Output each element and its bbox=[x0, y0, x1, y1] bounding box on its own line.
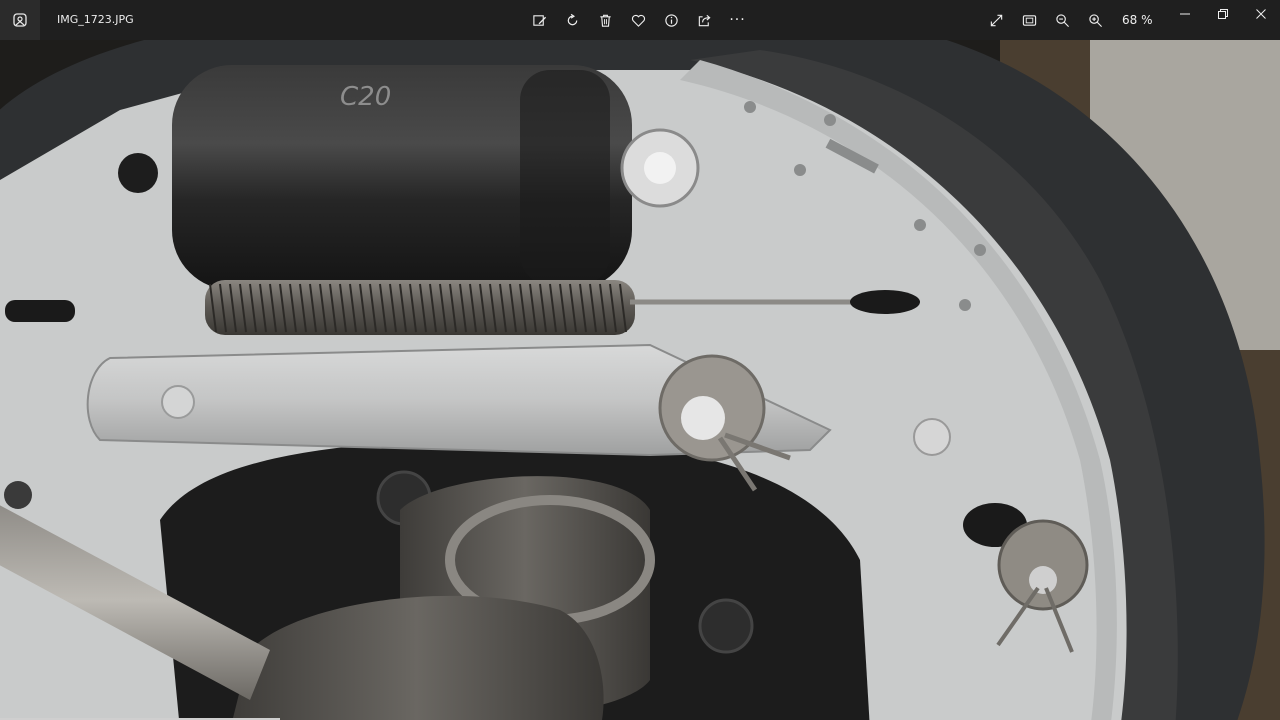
image-toolbar: ··· bbox=[523, 0, 754, 40]
share-icon bbox=[698, 14, 711, 26]
title-bar: IMG_1723.JPG ··· 68 % bbox=[0, 0, 1280, 40]
zoom-out-button[interactable] bbox=[1046, 0, 1079, 40]
fit-window-icon bbox=[1022, 14, 1037, 26]
favorite-icon bbox=[631, 14, 646, 27]
zoom-in-icon bbox=[1089, 13, 1102, 27]
zoom-out-icon bbox=[1056, 13, 1069, 27]
view-toolbar: 68 % bbox=[980, 0, 1163, 40]
edit-image-button[interactable] bbox=[523, 0, 556, 40]
brake-assembly-photo: C20 bbox=[0, 40, 1280, 720]
rotate-icon bbox=[567, 13, 578, 25]
info-button[interactable] bbox=[655, 0, 688, 40]
close-button[interactable] bbox=[1242, 0, 1280, 28]
photos-app-icon bbox=[0, 0, 40, 40]
delete-button[interactable] bbox=[589, 0, 622, 40]
close-icon bbox=[1256, 9, 1266, 19]
more-button[interactable]: ··· bbox=[721, 0, 754, 40]
photo-canvas[interactable]: C20 bbox=[0, 40, 1280, 720]
minimize-icon bbox=[1180, 13, 1190, 15]
restore-button[interactable] bbox=[1204, 0, 1242, 28]
delete-icon bbox=[600, 14, 611, 27]
zoom-level[interactable]: 68 % bbox=[1112, 0, 1163, 40]
window-controls bbox=[1166, 0, 1280, 40]
share-button[interactable] bbox=[688, 0, 721, 40]
expand-icon bbox=[990, 14, 1003, 26]
window-title: IMG_1723.JPG bbox=[57, 13, 134, 26]
favorite-button[interactable] bbox=[622, 0, 655, 40]
cylinder-marking: C20 bbox=[340, 82, 391, 112]
edit-image-icon bbox=[533, 14, 547, 26]
rotate-button[interactable] bbox=[556, 0, 589, 40]
restore-icon bbox=[1218, 9, 1228, 19]
info-icon bbox=[665, 13, 678, 27]
minimize-button[interactable] bbox=[1166, 0, 1204, 28]
fit-window-button[interactable] bbox=[1013, 0, 1046, 40]
zoom-in-button[interactable] bbox=[1079, 0, 1112, 40]
more-icon: ··· bbox=[729, 12, 746, 28]
expand-button[interactable] bbox=[980, 0, 1013, 40]
